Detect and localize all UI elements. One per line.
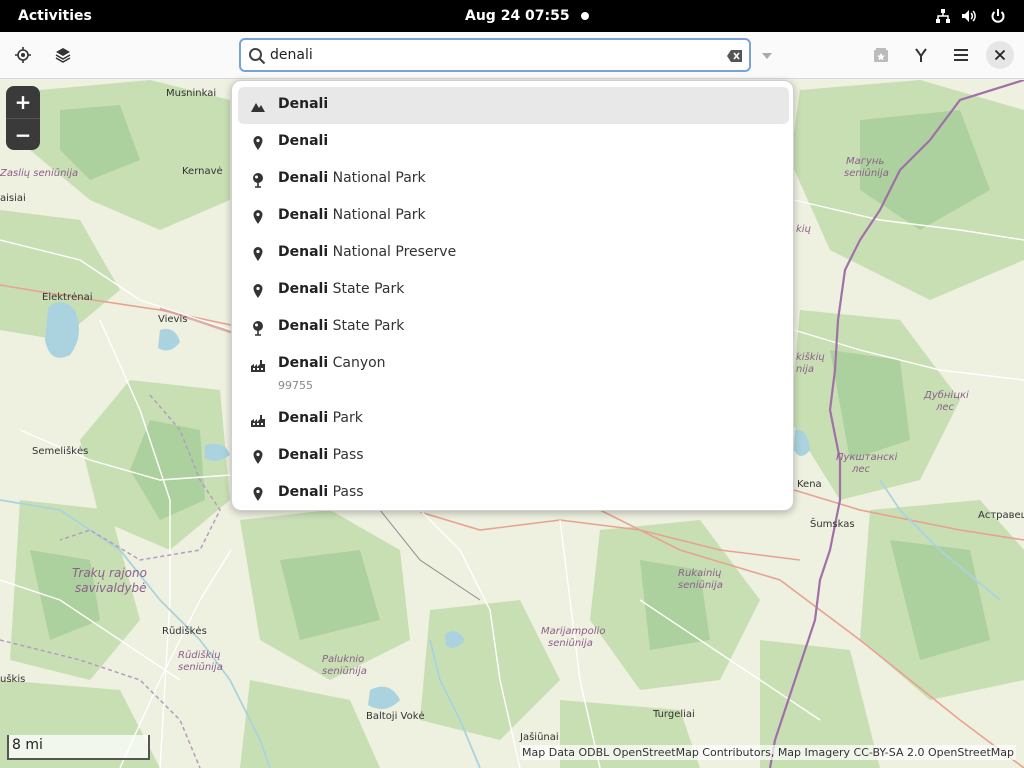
notification-dot — [581, 12, 589, 20]
map-place-label: seniūnija — [322, 666, 367, 677]
map-place-label: Rūdiškės — [162, 626, 207, 637]
search-icon — [249, 48, 266, 65]
menu-icon — [954, 49, 968, 61]
search-result-item[interactable]: Denali Park — [238, 401, 789, 438]
pin-icon — [253, 284, 263, 298]
pin-icon — [253, 247, 263, 261]
search-field[interactable] — [239, 38, 751, 72]
map-place-label: seniūnija — [678, 580, 723, 591]
map-place-label: Kena — [797, 479, 822, 490]
map-place-label: uškis — [0, 674, 26, 685]
favorites-button[interactable] — [866, 40, 896, 70]
search-result-label: Denali National Park — [278, 207, 426, 223]
map-place-label: Rūdiškių — [178, 650, 221, 661]
map-place-label: Semeliškės — [32, 446, 89, 457]
map-place-label: Paluknio — [322, 654, 365, 665]
search-result-item[interactable]: Denali Pass — [238, 475, 789, 512]
layers-icon — [55, 48, 71, 63]
search-results-popover: Denali Denali Denali National Park Denali N… — [231, 80, 794, 511]
network-icon[interactable] — [935, 8, 951, 24]
locate-icon — [15, 47, 31, 63]
search-result-item[interactable]: Denali State Park — [238, 272, 789, 309]
favorites-icon — [874, 48, 888, 62]
map-place-label: Šumskas — [810, 519, 855, 530]
tree-icon — [253, 321, 263, 336]
pin-icon — [253, 210, 263, 224]
map-place-label: seniūnija — [548, 638, 593, 649]
map-place-label: kiškių — [796, 352, 825, 363]
map-place-label: Дубніцкі — [924, 390, 969, 401]
route-icon — [915, 48, 927, 62]
map-place-label: Marijampolio — [541, 626, 606, 637]
map-place-label: seniūnija — [178, 662, 223, 673]
search-input[interactable] — [270, 44, 710, 66]
zoom-out-button[interactable]: − — [6, 118, 40, 150]
map-place-label: nija — [796, 364, 815, 375]
volume-icon[interactable] — [961, 8, 977, 24]
map-place-label: Пукштанскі — [836, 452, 898, 463]
scale-bar: 8 mi — [7, 735, 150, 760]
route-button[interactable] — [906, 40, 936, 70]
close-icon — [994, 49, 1006, 61]
header-bar — [0, 32, 1024, 79]
pin-icon — [253, 487, 263, 501]
search-result-item[interactable]: Denali National Park — [238, 198, 789, 235]
search-result-label: Denali Park — [278, 410, 363, 426]
town-icon — [251, 415, 265, 427]
clock[interactable]: Aug 24 07:55 — [465, 0, 570, 32]
power-icon[interactable] — [990, 8, 1006, 24]
town-icon — [251, 360, 265, 372]
map-place-label: лес — [936, 402, 955, 413]
search-result-item[interactable]: Denali — [238, 124, 789, 161]
map-place-label: Rukainių — [678, 568, 722, 579]
activities-button[interactable]: Activities — [18, 0, 92, 32]
pin-icon — [253, 136, 263, 150]
clear-search-icon[interactable] — [726, 47, 744, 65]
layers-button[interactable] — [48, 40, 78, 70]
search-result-label: Denali — [278, 133, 329, 149]
search-result-label: Denali National Preserve — [278, 244, 457, 260]
map-place-label: Kernavė — [182, 166, 223, 177]
search-result-label: Denali Canyon — [278, 355, 386, 371]
map-place-label: Musninkai — [166, 88, 217, 99]
search-result-label: Denali — [278, 96, 329, 112]
map-place-label: Trakų rajono — [72, 566, 147, 580]
main-menu-button[interactable] — [946, 40, 976, 70]
map-place-label: Vievis — [158, 314, 188, 325]
pin-icon — [253, 450, 263, 464]
mountain-icon — [251, 103, 265, 112]
map-place-label: Turgeliai — [653, 709, 695, 720]
map-place-label: Jašiūnai — [520, 732, 559, 743]
search-result-item[interactable]: Denali — [238, 87, 789, 124]
map-place-label: Астравец — [978, 510, 1024, 521]
search-result-item[interactable]: Denali National Preserve — [238, 235, 789, 272]
map-place-label: лес — [852, 464, 871, 475]
search-result-item[interactable]: Denali Pass — [238, 438, 789, 475]
search-result-label: Denali Pass — [278, 447, 364, 463]
map-attribution: Map Data ODBL OpenStreetMap Contributors… — [520, 745, 1016, 760]
search-result-subtitle: 99755 — [278, 379, 313, 392]
zoom-in-button[interactable]: + — [6, 86, 40, 118]
map-place-label: Baltoji Vokė — [366, 711, 425, 722]
locate-button[interactable] — [8, 40, 38, 70]
map-place-label: aisiai — [0, 193, 26, 204]
search-result-label: Denali National Park — [278, 170, 426, 186]
close-window-button[interactable] — [986, 41, 1014, 69]
map-place-label: Zaslių seniūnija — [0, 168, 79, 179]
search-result-item[interactable]: Denali Canyon 99755 — [238, 346, 789, 401]
search-result-label: Denali State Park — [278, 281, 405, 297]
search-result-label: Denali Pass — [278, 484, 364, 500]
map-place-label: kių — [796, 224, 811, 235]
map-place-label: Магунь — [846, 156, 885, 167]
top-bar: Activities Aug 24 07:55 — [0, 0, 1024, 32]
search-result-label: Denali State Park — [278, 318, 405, 334]
search-result-item[interactable]: Denali National Park — [238, 161, 789, 198]
map-place-label: Elektrėnai — [42, 292, 93, 303]
search-result-item[interactable]: Denali State Park — [238, 309, 789, 346]
tree-icon — [253, 173, 263, 188]
map-place-label: seniūnija — [844, 168, 889, 179]
map-place-label: savivaldybė — [75, 581, 147, 595]
chevron-down-icon[interactable] — [756, 49, 778, 63]
